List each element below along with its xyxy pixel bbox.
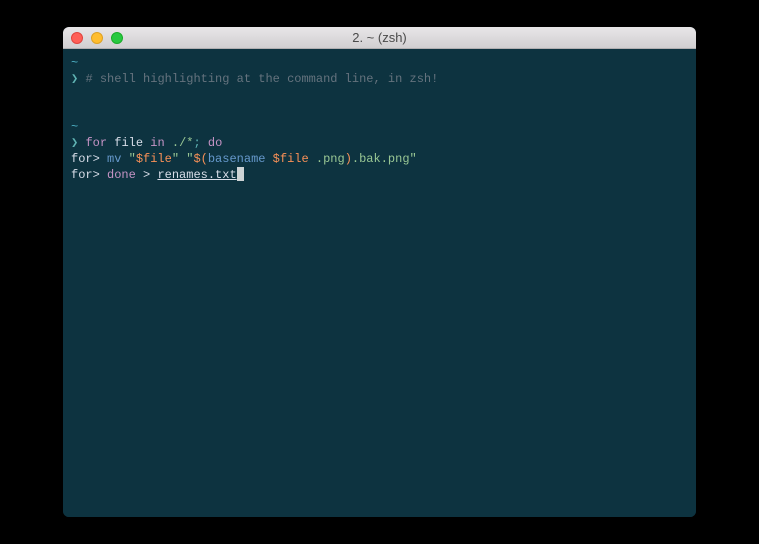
minimize-button[interactable] bbox=[91, 32, 103, 44]
cmd-basename: basename bbox=[208, 152, 266, 166]
titlebar[interactable]: 2. ~ (zsh) bbox=[63, 27, 696, 49]
traffic-lights bbox=[71, 32, 123, 44]
quote: " bbox=[410, 152, 417, 166]
maximize-button[interactable] bbox=[111, 32, 123, 44]
quote: " bbox=[129, 152, 136, 166]
glob-path: ./* bbox=[172, 136, 194, 150]
kw-in: in bbox=[150, 136, 164, 150]
close-button[interactable] bbox=[71, 32, 83, 44]
window-title: 2. ~ (zsh) bbox=[63, 30, 696, 45]
comment-line: # shell highlighting at the command line… bbox=[85, 72, 438, 86]
redirect-op: > bbox=[143, 168, 150, 182]
tilde-marker: ~ bbox=[71, 56, 78, 70]
output-file: renames.txt bbox=[157, 168, 236, 182]
var-ref: $file bbox=[273, 152, 309, 166]
quote: " bbox=[172, 152, 179, 166]
loop-var: file bbox=[114, 136, 143, 150]
subst-open: $( bbox=[193, 152, 207, 166]
kw-do: do bbox=[208, 136, 222, 150]
prompt-glyph: ❯ bbox=[71, 72, 78, 86]
kw-done: done bbox=[107, 168, 136, 182]
cursor bbox=[237, 167, 244, 181]
continuation-prompt: for> bbox=[71, 152, 100, 166]
cmd-mv: mv bbox=[107, 152, 121, 166]
var-ref: $file bbox=[136, 152, 172, 166]
terminal-content[interactable]: ~ ❯ # shell highlighting at the command … bbox=[63, 49, 696, 517]
continuation-prompt: for> bbox=[71, 168, 100, 182]
terminal-window: 2. ~ (zsh) ~ ❯ # shell highlighting at t… bbox=[63, 27, 696, 517]
prompt-glyph: ❯ bbox=[71, 136, 78, 150]
kw-for: for bbox=[85, 136, 107, 150]
semicolon: ; bbox=[193, 136, 200, 150]
tilde-marker: ~ bbox=[71, 120, 78, 134]
ext-arg: .png bbox=[316, 152, 345, 166]
suffix: .bak.png bbox=[352, 152, 410, 166]
subst-close: ) bbox=[345, 152, 352, 166]
